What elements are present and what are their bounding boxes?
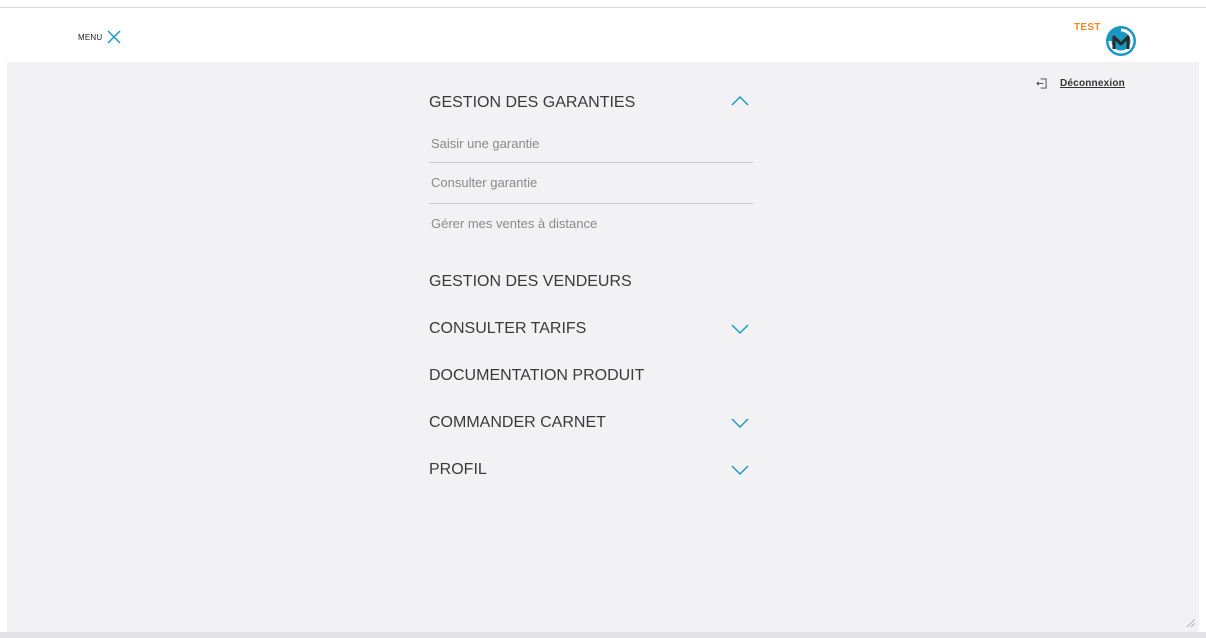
header: MENU TEST (0, 8, 1206, 62)
nav-section-profil[interactable]: PROFIL (429, 446, 753, 493)
nav-section-label: GESTION DES GARANTIES (429, 94, 636, 111)
menu-toggle[interactable]: MENU (78, 30, 121, 44)
chevron-down-icon[interactable] (731, 418, 749, 428)
nav-section-label: PROFIL (429, 461, 487, 478)
close-icon[interactable] (107, 30, 121, 44)
nav-section-gestion-des-garanties[interactable]: GESTION DES GARANTIES (429, 84, 753, 122)
resize-handle-icon[interactable] (1185, 614, 1196, 628)
chevron-up-icon[interactable] (731, 96, 749, 106)
logout-label: Déconnexion (1060, 78, 1125, 89)
nav-item-consulter-garantie[interactable]: Consulter garantie (429, 163, 753, 204)
nav-section-label: DOCUMENTATION PRODUIT (429, 367, 645, 384)
nav-section-label: COMMANDER CARNET (429, 414, 606, 431)
nav-item-saisir-une-garantie[interactable]: Saisir une garantie (429, 122, 753, 163)
chevron-down-icon[interactable] (731, 324, 749, 334)
menu-label: MENU (78, 32, 103, 42)
nav-item-gerer-ventes-a-distance[interactable]: Gérer mes ventes à distance (429, 204, 753, 244)
bottom-border (0, 632, 1206, 638)
nav-section-label: CONSULTER TARIFS (429, 320, 587, 337)
nav-section-consulter-tarifs[interactable]: CONSULTER TARIFS (429, 305, 753, 352)
nav-section-label: GESTION DES VENDEURS (429, 273, 632, 290)
chevron-down-icon[interactable] (731, 465, 749, 475)
logout-icon (1036, 78, 1047, 89)
logout-link[interactable]: Déconnexion (1036, 78, 1125, 89)
nav-section-gestion-des-vendeurs[interactable]: GESTION DES VENDEURS (429, 258, 753, 305)
nav-section-commander-carnet[interactable]: COMMANDER CARNET (429, 399, 753, 446)
nav-section-documentation-produit[interactable]: DOCUMENTATION PRODUIT (429, 352, 753, 399)
main-nav: GESTION DES GARANTIES Saisir une garanti… (429, 84, 753, 493)
logo-text: TEST (1074, 22, 1101, 33)
logo-mark-icon (1106, 26, 1136, 56)
brand-logo[interactable]: TEST (1074, 20, 1138, 60)
